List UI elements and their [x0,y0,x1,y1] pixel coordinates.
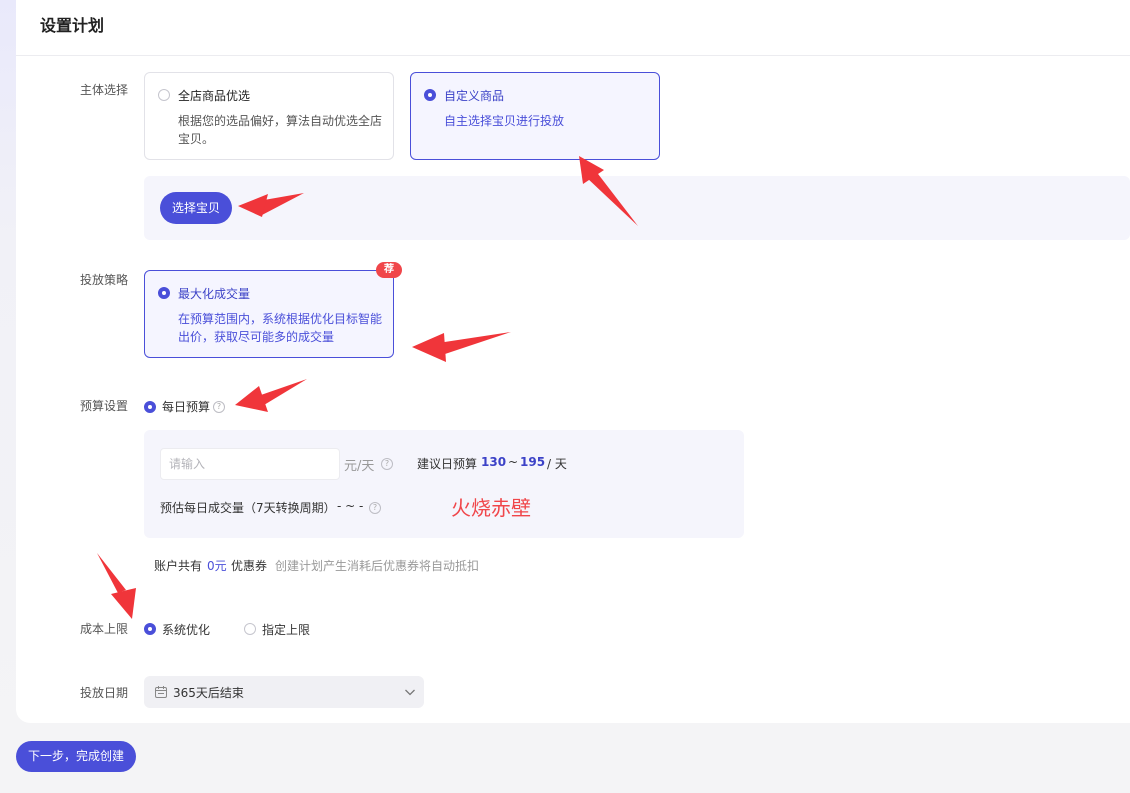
strategy-option-desc: 在预算范围内，系统根据优化目标智能出价，获取尽可能多的成交量 [178,312,383,344]
strategy-option-max-conversion[interactable]: 最大化成交量 在预算范围内，系统根据优化目标智能出价，获取尽可能多的成交量 [144,270,394,358]
strategy-label: 投放策略 [80,273,129,287]
strategy-option-title: 最大化成交量 [178,287,251,301]
suggest-max: 195 [520,455,546,469]
suggest-min: 130 [481,455,507,469]
next-step-button[interactable]: 下一步，完成创建 [16,741,136,772]
watermark-text: 火烧赤壁 [451,496,531,520]
select-items-panel: 选择宝贝 [144,176,1130,240]
estimate-label: 预估每日成交量（7天转换周期） [160,501,336,515]
cost-limit-label: 成本上限 [80,622,129,636]
budget-panel: 元/天 ? 建议日预算 130 ~ 195 / 天 预估每日成交量（7天转换周期… [144,430,744,538]
cost-system-radio[interactable] [144,623,156,635]
budget-unit: 元/天 [344,459,375,474]
subject-option-all-store[interactable]: 全店商品优选 根据您的选品偏好，算法自动优选全店宝贝。 [144,72,394,160]
schedule-value: 365天后结束 [173,686,244,700]
subject-option-title: 自定义商品 [444,89,505,103]
strategy-radio[interactable] [158,287,170,299]
help-icon[interactable]: ? [381,458,393,470]
help-icon[interactable]: ? [369,502,381,514]
subject-radio-custom[interactable] [424,89,436,101]
help-icon[interactable]: ? [213,401,225,413]
subject-option-desc: 自主选择宝贝进行投放 [444,114,565,128]
daily-budget-label: 每日预算 [162,400,211,414]
suggest-sep: ~ [508,455,519,469]
cost-custom-radio[interactable] [244,623,256,635]
subject-label: 主体选择 [80,83,129,97]
recommend-badge: 荐 [376,262,402,278]
estimate-value: - ~ - [337,499,364,513]
calendar-icon [155,686,167,698]
subject-radio-all-store[interactable] [158,89,170,101]
select-items-button[interactable]: 选择宝贝 [160,192,232,224]
coupon-amount: 0元 [207,559,227,573]
coupon-prefix: 账户共有 [154,559,203,573]
coupon-note: 创建计划产生消耗后优惠券将自动抵扣 [275,559,480,573]
subject-option-custom[interactable]: 自定义商品 自主选择宝贝进行投放 [410,72,660,160]
schedule-label: 投放日期 [80,686,129,700]
plan-settings-card: 设置计划 主体选择 全店商品优选 根据您的选品偏好，算法自动优选全店宝贝。 自定… [16,0,1130,723]
schedule-select[interactable]: 365天后结束 [144,676,424,708]
suggest-label: 建议日预算 [417,457,478,471]
page-title: 设置计划 [40,16,105,35]
budget-label: 预算设置 [80,399,129,413]
coupon-name: 优惠券 [231,559,268,573]
subject-option-desc: 根据您的选品偏好，算法自动优选全店宝贝。 [178,114,383,146]
suggest-unit: / 天 [547,457,567,471]
card-header: 设置计划 [16,0,1130,56]
cost-system-label: 系统优化 [162,623,211,637]
subject-option-title: 全店商品优选 [178,89,251,103]
chevron-down-icon [405,689,415,696]
daily-budget-input[interactable] [160,448,340,480]
daily-budget-radio[interactable] [144,401,156,413]
cost-custom-label: 指定上限 [262,623,311,637]
page-left-edge [0,0,16,793]
